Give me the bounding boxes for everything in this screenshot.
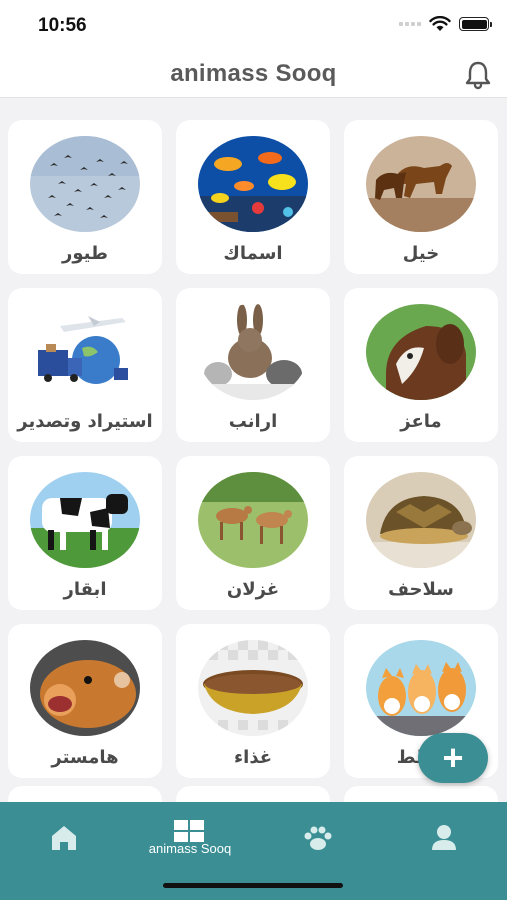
category-card-deer[interactable]: غزلان (176, 456, 330, 610)
bell-icon[interactable] (461, 58, 495, 92)
category-card-rabbits[interactable]: ارانب (176, 288, 330, 442)
rabbits-photo (198, 304, 308, 400)
category-label: ارانب (228, 411, 278, 432)
category-label: خيل (402, 243, 440, 264)
category-card-fish[interactable]: اسماك (176, 120, 330, 274)
home-indicator (163, 883, 343, 888)
deer-photo (198, 472, 308, 568)
profile-icon[interactable] (414, 818, 474, 858)
tab-label-active[interactable]: animass Sooq (130, 841, 250, 856)
category-label: غزلان (226, 579, 280, 600)
turtle-photo (366, 472, 476, 568)
status-time: 10:56 (38, 15, 87, 36)
birds-photo (30, 136, 140, 232)
add-listing-button[interactable]: + (418, 733, 488, 783)
horses-photo (366, 136, 476, 232)
category-card-food[interactable]: غذاء (176, 624, 330, 778)
category-label: ماعز (400, 411, 442, 432)
cats-photo (366, 640, 476, 736)
category-card-goats[interactable]: ماعز (344, 288, 498, 442)
status-icons (399, 16, 492, 32)
category-label: سلاحف (388, 579, 454, 600)
home-icon[interactable] (34, 818, 94, 858)
hamster-photo (30, 640, 140, 736)
app-header: animass Sooq (0, 50, 507, 98)
category-card-cows[interactable]: ابقار (8, 456, 162, 610)
category-card-turtles[interactable]: سلاحف (344, 456, 498, 610)
paw-icon[interactable] (288, 818, 348, 858)
category-label: غذاء (233, 747, 273, 768)
fish-photo (198, 136, 308, 232)
category-card-birds[interactable]: طيور (8, 120, 162, 274)
battery-icon (459, 17, 492, 31)
category-label: هامستر (51, 747, 119, 768)
cow-photo (30, 472, 140, 568)
category-card-import-export[interactable]: استيراد وتصدير (8, 288, 162, 442)
shipping-photo (30, 304, 140, 400)
signal-icon (399, 22, 421, 26)
category-grid: طيور اسماك خيل استيراد وتصدير ارانب ماعز… (8, 120, 499, 778)
category-card-horses[interactable]: خيل (344, 120, 498, 274)
wifi-icon (429, 16, 451, 31)
category-label: اسماك (223, 243, 283, 264)
category-label: ابقار (63, 579, 107, 600)
food-bowl-photo (198, 640, 308, 736)
category-card-hamster[interactable]: هامستر (8, 624, 162, 778)
goat-photo (366, 304, 476, 400)
page-title: animass Sooq (170, 60, 337, 87)
category-label: طيور (62, 243, 108, 264)
category-label: استيراد وتصدير (17, 411, 153, 432)
status-bar: 10:56 (0, 0, 507, 50)
